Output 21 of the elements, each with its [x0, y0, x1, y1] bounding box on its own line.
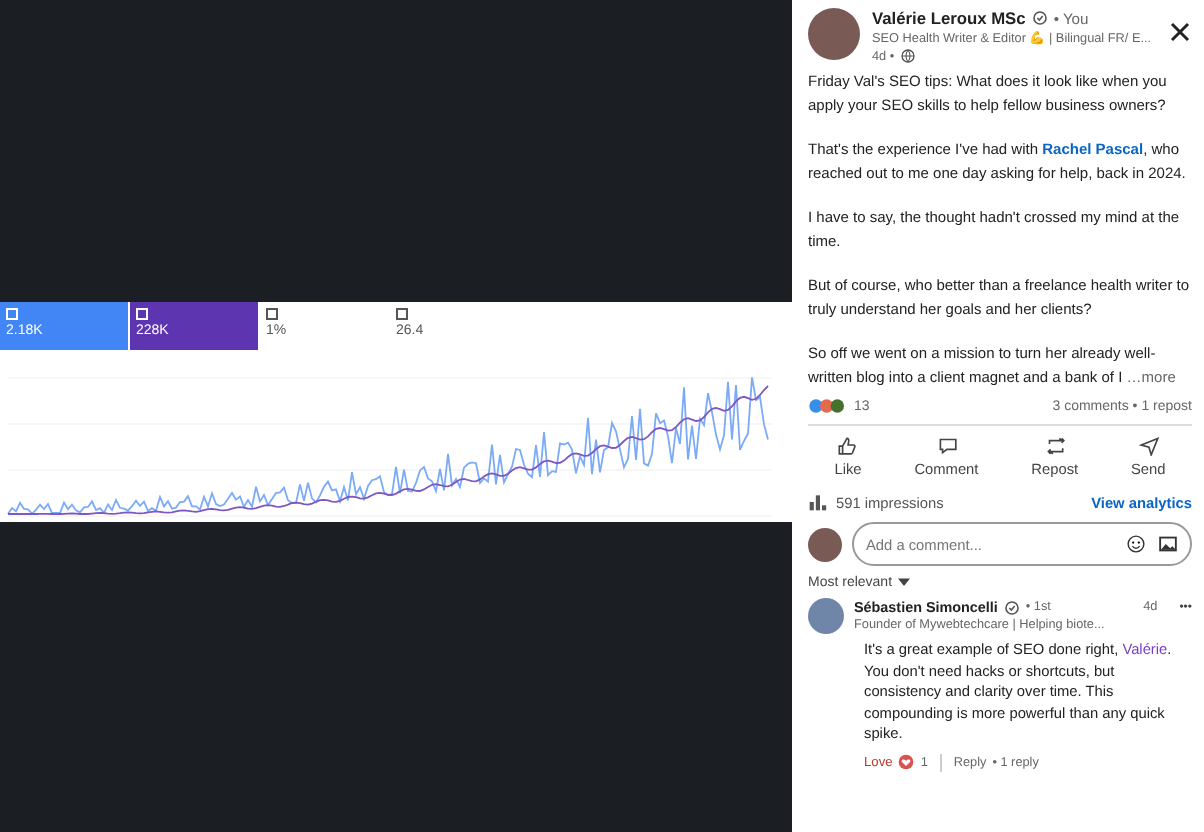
author-name[interactable]: Valérie Leroux MSc: [872, 8, 1026, 28]
checkbox-icon: [266, 308, 278, 320]
verified-icon: [1031, 10, 1048, 26]
avatar[interactable]: [808, 8, 860, 60]
avatar: [808, 527, 842, 561]
comment-icon: [935, 434, 958, 456]
checkbox-icon: [6, 308, 18, 320]
verified-icon: [1003, 599, 1020, 615]
checkbox-icon: [136, 308, 148, 320]
repost-icon: [1043, 434, 1066, 456]
caret-icon[interactable]: [898, 578, 911, 588]
send-icon: [1137, 434, 1160, 456]
heart-icon: [898, 754, 915, 770]
bar-chart-icon: [808, 492, 828, 512]
checkbox-icon: [396, 308, 408, 320]
avatar[interactable]: [808, 598, 844, 634]
like-icon: [836, 434, 859, 456]
image-icon[interactable]: [1158, 534, 1178, 554]
globe-icon: [900, 48, 917, 64]
reactions-icon[interactable]: [808, 398, 848, 414]
emoji-icon[interactable]: [1126, 534, 1146, 554]
